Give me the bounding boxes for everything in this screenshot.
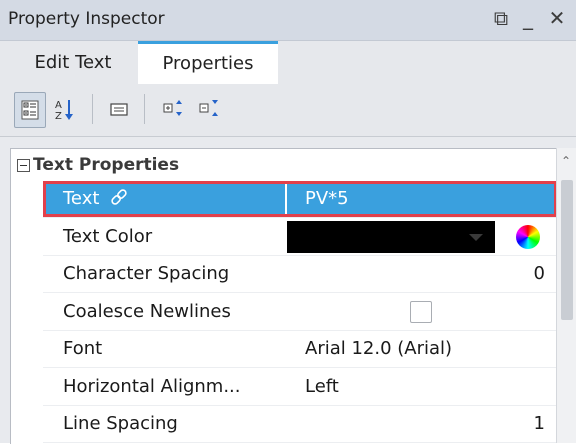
collapse-toggle-icon[interactable] <box>17 159 30 172</box>
svg-text:Z: Z <box>55 111 62 122</box>
expand-all-icon <box>163 100 182 116</box>
property-name: Coalesce Newlines <box>63 301 231 322</box>
property-name: Character Spacing <box>63 263 230 284</box>
group-header[interactable]: Text Properties <box>11 149 557 181</box>
property-value[interactable]: Arial 12.0 (Arial) <box>287 331 557 367</box>
property-row-line-spacing[interactable]: Line Spacing 1 <box>43 406 557 443</box>
property-name: Text Color <box>63 226 153 247</box>
property-name: Font <box>63 338 103 359</box>
close-button[interactable]: ✕ <box>545 6 569 32</box>
property-grid: Text Properties Text PV*5 Text Color Cha… <box>10 148 576 444</box>
window-title: Property Inspector <box>8 9 165 29</box>
categorized-view-button[interactable] <box>14 92 46 128</box>
property-row-font[interactable]: Font Arial 12.0 (Arial) <box>43 331 557 368</box>
collapse-all-icon <box>199 100 218 116</box>
property-value[interactable]: 1 <box>287 406 557 442</box>
property-value-color <box>287 219 557 255</box>
toolbar-separator <box>144 94 145 124</box>
sort-az-icon: A Z <box>55 100 73 122</box>
property-inspector-panel: Property Inspector ⧉ _ ✕ Edit Text Prope… <box>0 0 576 444</box>
property-value[interactable]: 0 <box>287 256 557 292</box>
tab-bar: Edit Text Properties <box>0 41 576 85</box>
toolbar: A Z <box>0 84 576 137</box>
property-name: Text <box>43 181 285 217</box>
scroll-thumb[interactable] <box>561 180 573 320</box>
property-name-label: Text <box>63 188 100 209</box>
alphabetical-sort-button[interactable]: A Z <box>50 92 80 126</box>
title-bar: Property Inspector ⧉ _ ✕ <box>0 0 576 41</box>
property-name: Horizontal Alignm... <box>63 376 241 397</box>
chevron-down-icon[interactable] <box>469 234 483 241</box>
collapse-all-button[interactable] <box>194 92 224 126</box>
property-value-text[interactable]: PV*5 <box>287 181 557 217</box>
coalesce-newlines-checkbox[interactable] <box>410 301 432 323</box>
tab-properties[interactable]: Properties <box>138 41 278 84</box>
link-icon[interactable] <box>109 187 129 207</box>
svg-text:A: A <box>55 100 62 111</box>
property-pages-icon <box>110 103 128 116</box>
property-value <box>287 294 557 330</box>
vertical-scrollbar[interactable]: ⌃ <box>556 148 576 443</box>
property-value[interactable]: Left <box>287 369 557 405</box>
categorized-icon <box>21 100 39 120</box>
property-row-text-color[interactable]: Text Color <box>43 219 557 256</box>
property-row-text[interactable]: Text PV*5 <box>43 181 557 218</box>
tab-edit-text[interactable]: Edit Text <box>18 41 128 83</box>
expand-all-button[interactable] <box>158 92 188 126</box>
minimize-button[interactable]: _ <box>517 6 539 32</box>
property-row-character-spacing[interactable]: Character Spacing 0 <box>43 256 557 293</box>
scroll-up-icon[interactable]: ⌃ <box>561 154 571 168</box>
property-name: Line Spacing <box>63 413 178 434</box>
color-picker-icon[interactable] <box>516 225 540 249</box>
toolbar-separator <box>92 94 93 124</box>
property-pages-button[interactable] <box>104 92 134 126</box>
property-row-horizontal-alignment[interactable]: Horizontal Alignm... Left <box>43 369 557 406</box>
property-row-coalesce-newlines[interactable]: Coalesce Newlines <box>43 294 557 331</box>
group-label: Text Properties <box>33 155 180 175</box>
color-swatch[interactable] <box>287 221 495 253</box>
restore-button[interactable]: ⧉ <box>489 6 513 32</box>
